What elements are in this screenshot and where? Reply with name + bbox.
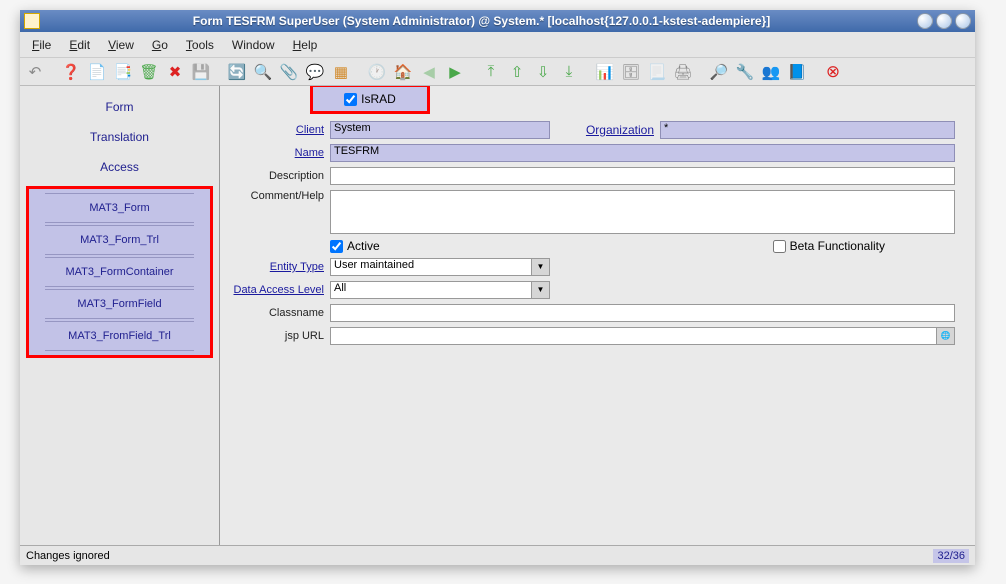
- toolbar: ↶ ❓ 📄 📑 🗑 ✖ 💾 🔄 🔍 📎 💬 ▦ 🕐 🏠 ◀ ▶ ⤒ ⇧ ⇩ ⤓ …: [20, 58, 975, 86]
- undo-icon[interactable]: ↶: [24, 61, 46, 83]
- refresh-icon[interactable]: 🔄: [226, 61, 248, 83]
- attach-icon[interactable]: 📎: [278, 61, 300, 83]
- requests-icon[interactable]: 👥: [760, 61, 782, 83]
- organization-field[interactable]: *: [660, 121, 955, 139]
- record-counter: 32/36: [933, 549, 969, 563]
- highlight-box-israd: IsRAD: [310, 86, 430, 114]
- israd-label: IsRAD: [361, 92, 396, 106]
- organization-label: Organization: [550, 123, 660, 137]
- copy-icon[interactable]: 📑: [112, 61, 134, 83]
- chevron-down-icon[interactable]: ▼: [532, 258, 550, 276]
- last-icon[interactable]: ⤓: [558, 61, 580, 83]
- find-icon[interactable]: 🔍: [252, 61, 274, 83]
- client-label: Client: [220, 124, 330, 136]
- israd-checkbox[interactable]: [344, 93, 357, 106]
- delete-icon[interactable]: 🗑: [138, 61, 160, 83]
- chevron-down-icon[interactable]: ▼: [532, 281, 550, 299]
- workflow-icon[interactable]: 🔧: [734, 61, 756, 83]
- sidebar-item[interactable]: MAT3_FormContainer: [45, 257, 194, 287]
- beta-label: Beta Functionality: [790, 239, 885, 253]
- name-label: Name: [220, 147, 330, 159]
- menu-file[interactable]: File: [24, 35, 59, 55]
- active-checkbox[interactable]: [330, 240, 343, 253]
- print-preview-icon[interactable]: 📃: [646, 61, 668, 83]
- titlebar: Form TESFRM SuperUser (System Administra…: [20, 10, 975, 32]
- sidebar-item[interactable]: MAT3_FormField: [45, 289, 194, 319]
- history-icon[interactable]: 🕐: [366, 61, 388, 83]
- window-title: Form TESFRM SuperUser (System Administra…: [46, 14, 917, 28]
- jsp-url-field[interactable]: [330, 327, 937, 345]
- delete-x-icon[interactable]: ✖: [164, 61, 186, 83]
- description-label: Description: [220, 170, 330, 182]
- active-label: Active: [347, 239, 380, 253]
- statusbar: Changes ignored 32/36: [20, 545, 975, 565]
- home-icon[interactable]: 🏠: [392, 61, 414, 83]
- menu-go[interactable]: Go: [144, 35, 176, 55]
- name-field[interactable]: TESFRM: [330, 144, 955, 162]
- menu-help[interactable]: Help: [285, 35, 326, 55]
- next-icon[interactable]: ⇩: [532, 61, 554, 83]
- sidebar: Form Translation Access MAT3_Form MAT3_F…: [20, 86, 220, 545]
- sidebar-item[interactable]: MAT3_FromField_Trl: [45, 321, 194, 351]
- sidebar-item[interactable]: MAT3_Form_Trl: [45, 225, 194, 255]
- globe-icon[interactable]: 🌐: [937, 327, 955, 345]
- menu-tools[interactable]: Tools: [178, 35, 222, 55]
- maximize-button[interactable]: [936, 13, 952, 29]
- beta-checkbox[interactable]: [773, 240, 786, 253]
- client-field[interactable]: System: [330, 121, 550, 139]
- comment-field[interactable]: [330, 190, 955, 234]
- grid-icon[interactable]: ▦: [330, 61, 352, 83]
- entity-type-label: Entity Type: [220, 261, 330, 273]
- data-access-label: Data Access Level: [220, 284, 330, 296]
- form-panel: IsRAD Client System Organization * Name …: [220, 86, 975, 545]
- highlight-box-sidebar: MAT3_Form MAT3_Form_Trl MAT3_FormContain…: [26, 186, 213, 358]
- save-icon[interactable]: 💾: [190, 61, 212, 83]
- tab-form[interactable]: Form: [20, 92, 219, 122]
- description-field[interactable]: [330, 167, 955, 185]
- minimize-button[interactable]: [917, 13, 933, 29]
- classname-label: Classname: [220, 307, 330, 319]
- product-icon[interactable]: 📘: [786, 61, 808, 83]
- detail-icon[interactable]: ▶: [444, 61, 466, 83]
- status-message: Changes ignored: [26, 550, 110, 562]
- zoom-icon[interactable]: 🔎: [708, 61, 730, 83]
- comment-label: Comment/Help: [220, 190, 330, 202]
- menu-window[interactable]: Window: [224, 35, 283, 55]
- menu-view[interactable]: View: [100, 35, 142, 55]
- menubar: File Edit View Go Tools Window Help: [20, 32, 975, 58]
- exit-icon[interactable]: ⊗: [822, 61, 844, 83]
- print-icon[interactable]: 🖨: [672, 61, 694, 83]
- classname-field[interactable]: [330, 304, 955, 322]
- jsp-url-label: jsp URL: [220, 330, 330, 342]
- report-icon[interactable]: 📊: [594, 61, 616, 83]
- prev-icon[interactable]: ⇧: [506, 61, 528, 83]
- new-icon[interactable]: 📄: [86, 61, 108, 83]
- first-icon[interactable]: ⤒: [480, 61, 502, 83]
- tab-access[interactable]: Access: [20, 152, 219, 182]
- parent-icon[interactable]: ◀: [418, 61, 440, 83]
- app-icon: [24, 13, 40, 29]
- entity-type-select[interactable]: User maintained: [330, 258, 532, 276]
- sidebar-item[interactable]: MAT3_Form: [45, 193, 194, 223]
- chat-icon[interactable]: 💬: [304, 61, 326, 83]
- menu-edit[interactable]: Edit: [61, 35, 98, 55]
- archive-icon[interactable]: 🗄: [620, 61, 642, 83]
- tab-translation[interactable]: Translation: [20, 122, 219, 152]
- data-access-select[interactable]: All: [330, 281, 532, 299]
- help-icon[interactable]: ❓: [60, 61, 82, 83]
- close-button[interactable]: [955, 13, 971, 29]
